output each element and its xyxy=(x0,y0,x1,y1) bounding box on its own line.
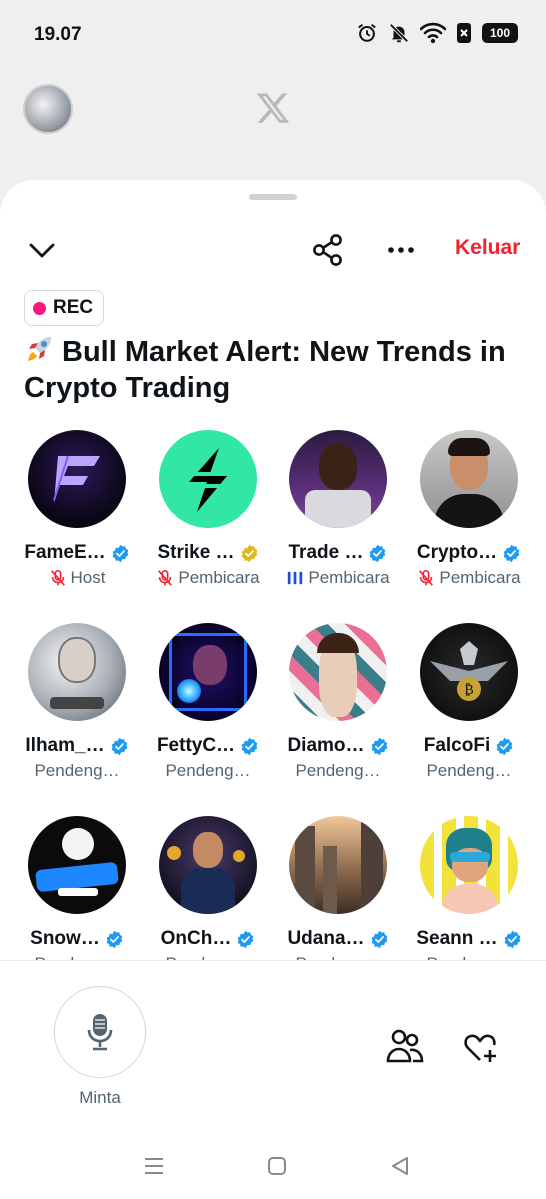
alarm-icon xyxy=(358,23,376,42)
participant-avatar[interactable] xyxy=(28,816,126,914)
participant-card[interactable]: FettyC… Pendeng… xyxy=(143,623,273,781)
participant-card[interactable]: Ilham_… Pendeng… xyxy=(12,623,142,781)
space-title-text: Bull Market Alert: New Trends in Crypto … xyxy=(24,336,506,404)
drag-handle[interactable] xyxy=(249,194,297,200)
participant-avatar[interactable] xyxy=(28,430,126,528)
record-dot-icon xyxy=(33,301,46,315)
share-icon[interactable] xyxy=(310,232,346,268)
participant-avatar[interactable] xyxy=(420,430,518,528)
verified-badge-icon xyxy=(241,737,258,755)
x-logo-icon xyxy=(256,93,290,123)
status-time: 19.07 xyxy=(34,24,82,45)
participant-avatar[interactable] xyxy=(420,816,518,914)
participant-card[interactable]: Trade … Pembicara xyxy=(273,430,403,588)
participant-role: Pembicara xyxy=(178,568,260,587)
participant-name: FettyC… xyxy=(156,735,236,756)
bell-muted-icon xyxy=(389,23,409,43)
participant-card[interactable]: ₿ FalcoFi Pendeng… xyxy=(404,623,534,781)
microphone-icon xyxy=(87,1014,113,1051)
more-options-icon[interactable] xyxy=(383,232,419,268)
participant-role: Pendeng… xyxy=(426,761,512,780)
system-nav-bar xyxy=(0,1140,546,1199)
participant-avatar[interactable] xyxy=(159,623,257,721)
participant-card[interactable]: Strike … Pembicara xyxy=(143,430,273,588)
participant-role: Pendeng… xyxy=(165,761,251,780)
speaking-bars-icon xyxy=(288,571,303,585)
recent-apps-icon[interactable] xyxy=(142,1154,166,1178)
participant-card[interactable]: OnCh…Pendeng… xyxy=(143,816,273,974)
chevron-down-icon[interactable] xyxy=(26,234,58,266)
participant-role: Pendeng… xyxy=(34,761,120,780)
back-icon[interactable] xyxy=(388,1154,412,1178)
space-title: Bull Market Alert: New Trends in Crypto … xyxy=(24,334,524,406)
participant-name: FameE… xyxy=(24,542,106,563)
participant-name: OnCh… xyxy=(160,928,232,949)
request-mic-button[interactable] xyxy=(54,986,146,1078)
participant-avatar[interactable] xyxy=(28,623,126,721)
participant-role: Host xyxy=(70,568,106,587)
participant-avatar[interactable] xyxy=(289,430,387,528)
verified-badge-icon xyxy=(371,737,387,755)
participant-name: Diamo… xyxy=(287,735,365,756)
recording-badge: REC xyxy=(24,290,105,326)
home-icon[interactable] xyxy=(265,1154,289,1178)
participant-card[interactable]: Crypto… Pembicara xyxy=(404,430,534,588)
participant-avatar[interactable] xyxy=(159,816,257,914)
verified-badge-icon xyxy=(111,737,127,755)
svg-text:₿: ₿ xyxy=(464,682,474,698)
participant-name: Crypto… xyxy=(416,542,498,563)
recording-label: REC xyxy=(53,297,94,318)
participant-name: FalcoFi xyxy=(423,735,491,756)
participant-role: Pembicara xyxy=(439,568,521,587)
participant-card[interactable]: Udana…Pendeng… xyxy=(273,816,403,974)
participant-card[interactable]: FameE… Host xyxy=(12,430,142,588)
verified-badge-icon xyxy=(496,737,513,755)
participant-avatar[interactable] xyxy=(289,623,387,721)
participant-role: Pembicara xyxy=(308,568,390,587)
profile-avatar[interactable] xyxy=(23,84,73,134)
participant-card[interactable]: Diamo… Pendeng… xyxy=(273,623,403,781)
space-sheet: Keluar REC Bull Market Alert: New Trends… xyxy=(0,180,546,1199)
verified-badge-icon xyxy=(112,544,128,562)
participant-name: Udana… xyxy=(287,928,365,949)
request-label: Minta xyxy=(79,1088,121,1107)
verified-badge-icon xyxy=(241,544,257,562)
leave-button[interactable]: Keluar xyxy=(455,236,520,260)
rocket-icon xyxy=(28,337,51,361)
battery-icon: 100 xyxy=(482,23,518,43)
verified-badge-icon xyxy=(370,544,386,562)
verified-badge-icon xyxy=(238,930,254,948)
participant-avatar[interactable] xyxy=(289,816,387,914)
muted-mic-icon xyxy=(158,569,173,586)
sheet-header: Keluar xyxy=(0,220,546,280)
wifi-icon xyxy=(420,22,446,44)
participant-card[interactable]: Snow…Pendeng… xyxy=(12,816,142,974)
participant-name: Strike … xyxy=(157,542,235,563)
participant-name: Seann … xyxy=(416,928,498,949)
status-bar: 19.07 100 xyxy=(0,0,546,72)
muted-mic-icon xyxy=(50,569,65,586)
muted-mic-icon xyxy=(419,569,434,586)
participants-icon[interactable] xyxy=(386,1028,424,1064)
participant-name: Trade … xyxy=(288,542,364,563)
participant-name: Snow… xyxy=(30,928,100,949)
verified-badge-icon xyxy=(106,930,123,948)
participant-avatar[interactable] xyxy=(159,430,257,528)
verified-badge-icon xyxy=(503,544,520,562)
verified-badge-icon xyxy=(371,930,387,948)
verified-badge-icon xyxy=(504,930,520,948)
participant-avatar[interactable]: ₿ xyxy=(420,623,518,721)
heart-add-icon[interactable] xyxy=(462,1030,498,1064)
participant-card[interactable]: Seann …Pendeng… xyxy=(404,816,534,974)
participant-role: Pendeng… xyxy=(295,761,381,780)
sim-icon xyxy=(457,23,471,43)
participant-name: Ilham_… xyxy=(25,735,105,756)
